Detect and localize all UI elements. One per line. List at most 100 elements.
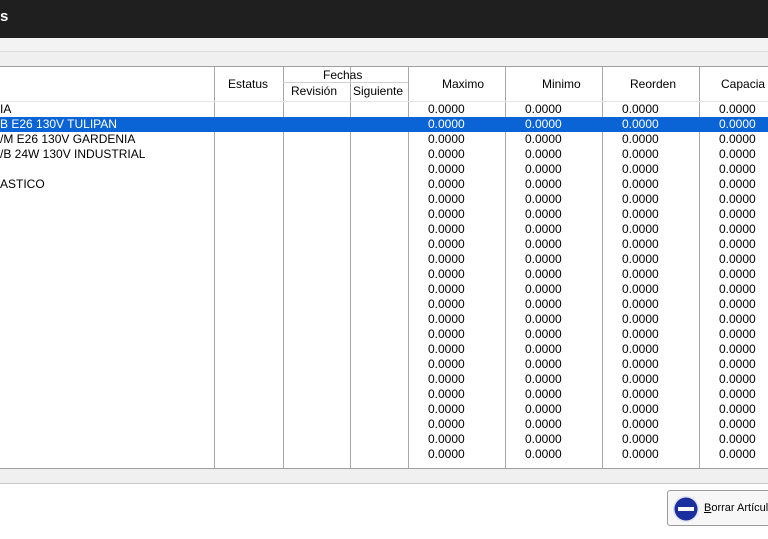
- table-row[interactable]: 0.0000 0.0000 0.0000 0.0000: [0, 357, 768, 372]
- col-header-maximo[interactable]: Maximo: [442, 77, 484, 91]
- cell-maximo: 0.0000: [428, 447, 465, 461]
- cell-minimo: 0.0000: [525, 177, 562, 191]
- cell-maximo: 0.0000: [428, 387, 465, 401]
- cell-minimo: 0.0000: [525, 267, 562, 281]
- col-header-estatus[interactable]: Estatus: [228, 77, 268, 91]
- table-row[interactable]: 0.0000 0.0000 0.0000 0.0000: [0, 192, 768, 207]
- table-row[interactable]: /B 24W 130V INDUSTRIAL 0.0000 0.0000 0.0000…: [0, 147, 768, 162]
- table-row[interactable]: 0.0000 0.0000 0.0000 0.0000: [0, 252, 768, 267]
- cell-minimo: 0.0000: [525, 162, 562, 176]
- cell-minimo: 0.0000: [525, 372, 562, 386]
- cell-maximo: 0.0000: [428, 207, 465, 221]
- cell-reorden: 0.0000: [622, 162, 659, 176]
- cell-maximo: 0.0000: [428, 357, 465, 371]
- cell-maximo: 0.0000: [428, 372, 465, 386]
- table-row[interactable]: 0.0000 0.0000 0.0000 0.0000: [0, 312, 768, 327]
- cell-capacidad: 0.0000: [719, 147, 756, 161]
- cell-minimo: 0.0000: [525, 417, 562, 431]
- cell-maximo: 0.0000: [428, 267, 465, 281]
- col-header-reorden[interactable]: Reorden: [630, 77, 676, 91]
- cell-maximo: 0.0000: [428, 117, 465, 131]
- cell-capacidad: 0.0000: [719, 207, 756, 221]
- cell-maximo: 0.0000: [428, 432, 465, 446]
- cell-reorden: 0.0000: [622, 417, 659, 431]
- table-row[interactable]: 0.0000 0.0000 0.0000 0.0000: [0, 207, 768, 222]
- cell-minimo: 0.0000: [525, 297, 562, 311]
- cell-capacidad: 0.0000: [719, 282, 756, 296]
- cell-reorden: 0.0000: [622, 327, 659, 341]
- window-title: s: [0, 8, 9, 25]
- cell-reorden: 0.0000: [622, 432, 659, 446]
- cell-description: ASTICO: [0, 177, 45, 191]
- toolbar-strip: [0, 38, 768, 52]
- cell-capacidad: 0.0000: [719, 297, 756, 311]
- table-row[interactable]: 0.0000 0.0000 0.0000 0.0000: [0, 387, 768, 402]
- cell-capacidad: 0.0000: [719, 387, 756, 401]
- col-header-minimo[interactable]: Minimo: [542, 77, 581, 91]
- cell-description: B E26 130V TULIPAN: [0, 117, 117, 131]
- cell-reorden: 0.0000: [622, 192, 659, 206]
- cell-minimo: 0.0000: [525, 357, 562, 371]
- cell-reorden: 0.0000: [622, 222, 659, 236]
- cell-maximo: 0.0000: [428, 252, 465, 266]
- cell-maximo: 0.0000: [428, 132, 465, 146]
- cell-minimo: 0.0000: [525, 147, 562, 161]
- table-row[interactable]: 0.0000 0.0000 0.0000 0.0000: [0, 282, 768, 297]
- cell-reorden: 0.0000: [622, 282, 659, 296]
- table-row[interactable]: 0.0000 0.0000 0.0000 0.0000: [0, 267, 768, 282]
- col-header-siguiente[interactable]: Siguiente: [353, 84, 403, 98]
- table-row[interactable]: 0.0000 0.0000 0.0000 0.0000: [0, 432, 768, 447]
- cell-capacidad: 0.0000: [719, 267, 756, 281]
- cell-maximo: 0.0000: [428, 312, 465, 326]
- table-row[interactable]: 0.0000 0.0000 0.0000 0.0000: [0, 237, 768, 252]
- cell-capacidad: 0.0000: [719, 342, 756, 356]
- cell-capacidad: 0.0000: [719, 222, 756, 236]
- cell-reorden: 0.0000: [622, 207, 659, 221]
- cell-maximo: 0.0000: [428, 102, 465, 116]
- window-titlebar: s: [0, 0, 768, 38]
- table-row[interactable]: 0.0000 0.0000 0.0000 0.0000: [0, 222, 768, 237]
- cell-minimo: 0.0000: [525, 102, 562, 116]
- cell-minimo: 0.0000: [525, 342, 562, 356]
- cell-description: IA: [0, 102, 12, 116]
- cell-minimo: 0.0000: [525, 447, 562, 461]
- table-row[interactable]: 0.0000 0.0000 0.0000 0.0000: [0, 402, 768, 417]
- cell-capacidad: 0.0000: [719, 372, 756, 386]
- cell-capacidad: 0.0000: [719, 132, 756, 146]
- cell-reorden: 0.0000: [622, 177, 659, 191]
- table-row[interactable]: 0.0000 0.0000 0.0000 0.0000: [0, 297, 768, 312]
- table-row[interactable]: 0.0000 0.0000 0.0000 0.0000: [0, 447, 768, 462]
- table-row[interactable]: ASTICO 0.0000 0.0000 0.0000 0.0000: [0, 177, 768, 192]
- cell-maximo: 0.0000: [428, 327, 465, 341]
- cell-description: /M E26 130V GARDENIA: [0, 132, 136, 146]
- cell-minimo: 0.0000: [525, 117, 562, 131]
- cell-capacidad: 0.0000: [719, 162, 756, 176]
- delete-article-button[interactable]: Borrar Artículo: [667, 490, 768, 526]
- col-header-revision[interactable]: Revisión: [291, 84, 337, 98]
- cell-minimo: 0.0000: [525, 207, 562, 221]
- table-row[interactable]: B E26 130V TULIPAN 0.0000 0.0000 0.0000 0.00…: [0, 117, 768, 132]
- cell-minimo: 0.0000: [525, 387, 562, 401]
- table-row[interactable]: 0.0000 0.0000 0.0000 0.0000: [0, 162, 768, 177]
- cell-capacidad: 0.0000: [719, 327, 756, 341]
- articles-grid[interactable]: Estatus Fechas Revisión Siguiente Maximo…: [0, 66, 768, 469]
- cell-maximo: 0.0000: [428, 177, 465, 191]
- col-header-capacidad[interactable]: Capacia: [721, 77, 765, 91]
- cell-reorden: 0.0000: [622, 252, 659, 266]
- table-row[interactable]: IA 0.0000 0.0000 0.0000 0.0000: [0, 102, 768, 117]
- cell-capacidad: 0.0000: [719, 357, 756, 371]
- cell-maximo: 0.0000: [428, 282, 465, 296]
- table-row[interactable]: 0.0000 0.0000 0.0000 0.0000: [0, 417, 768, 432]
- table-row[interactable]: 0.0000 0.0000 0.0000 0.0000: [0, 372, 768, 387]
- cell-maximo: 0.0000: [428, 192, 465, 206]
- cell-reorden: 0.0000: [622, 267, 659, 281]
- cell-minimo: 0.0000: [525, 252, 562, 266]
- cell-reorden: 0.0000: [622, 312, 659, 326]
- table-row[interactable]: /M E26 130V GARDENIA 0.0000 0.0000 0.0000 0.…: [0, 132, 768, 147]
- cell-reorden: 0.0000: [622, 147, 659, 161]
- cell-minimo: 0.0000: [525, 282, 562, 296]
- cell-capacidad: 0.0000: [719, 237, 756, 251]
- cell-capacidad: 0.0000: [719, 417, 756, 431]
- table-row[interactable]: 0.0000 0.0000 0.0000 0.0000: [0, 327, 768, 342]
- table-row[interactable]: 0.0000 0.0000 0.0000 0.0000: [0, 342, 768, 357]
